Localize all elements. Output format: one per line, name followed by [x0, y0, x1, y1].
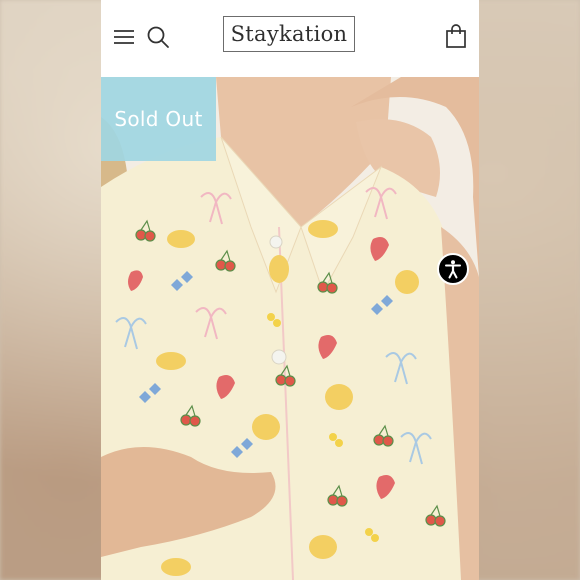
accessibility-button[interactable]: [437, 253, 469, 285]
accessibility-person-icon: [445, 260, 461, 279]
search-icon[interactable]: [146, 25, 170, 49]
site-header: Staykation: [101, 0, 479, 77]
shopping-bag-icon[interactable]: [445, 23, 467, 49]
sold-out-badge: Sold Out: [101, 77, 216, 161]
hamburger-menu-icon[interactable]: [113, 27, 135, 47]
mobile-page: Staykation Sold Out: [101, 0, 479, 580]
brand-logo[interactable]: Staykation: [223, 16, 355, 52]
